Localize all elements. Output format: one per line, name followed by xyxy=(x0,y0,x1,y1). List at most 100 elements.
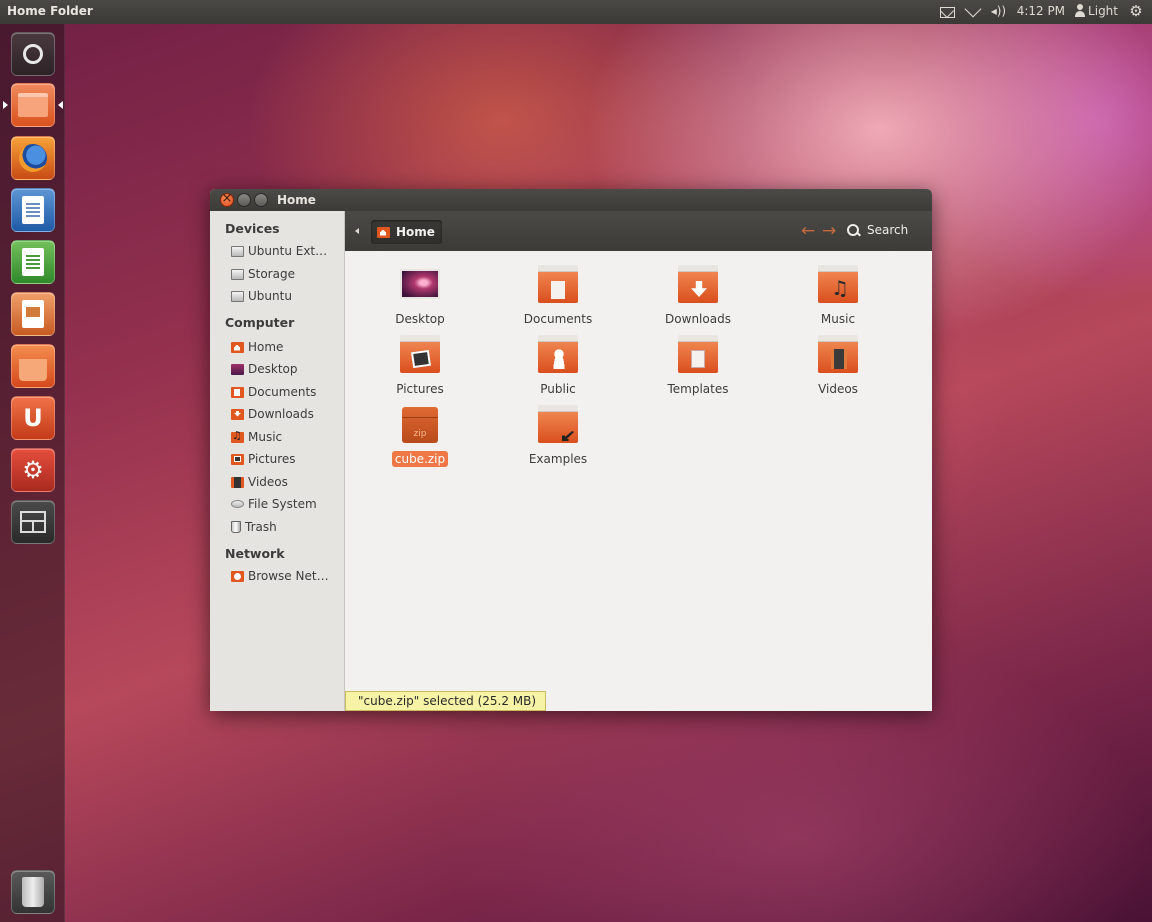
settings-icon: ⚙ xyxy=(22,456,44,484)
breadcrumb-scroll-left-icon[interactable] xyxy=(355,228,359,234)
trash-icon xyxy=(22,877,44,907)
sidebar-item-browse-network[interactable]: Browse Net… xyxy=(231,569,343,583)
music-icon xyxy=(231,430,244,443)
home-icon xyxy=(231,341,244,353)
files-launcher-button[interactable] xyxy=(11,83,55,127)
calc-launcher-button[interactable] xyxy=(11,240,55,284)
pictures-folder-icon xyxy=(400,335,440,373)
workspace-grid-icon xyxy=(20,511,46,533)
drive-icon xyxy=(231,245,244,257)
minimize-button[interactable] xyxy=(237,193,251,207)
folder-icon xyxy=(18,93,48,117)
zip-archive-icon: zip xyxy=(402,407,438,443)
forward-arrow-icon[interactable]: → xyxy=(822,221,836,241)
file-system-icon xyxy=(231,500,244,508)
videos-folder-icon xyxy=(818,335,858,373)
places-sidebar: Devices Ubuntu Ext… Storage Ubuntu Compu… xyxy=(210,211,345,711)
sidebar-item-documents[interactable]: Documents xyxy=(231,385,343,399)
videos-icon xyxy=(231,476,244,488)
dash-home-button[interactable] xyxy=(11,32,55,76)
sidebar-header-network: Network xyxy=(225,546,285,561)
downloads-folder-icon xyxy=(678,265,718,303)
sidebar-header-devices: Devices xyxy=(225,221,280,236)
file-desktop[interactable]: Desktop xyxy=(365,265,475,327)
file-downloads[interactable]: Downloads xyxy=(643,265,753,327)
file-music[interactable]: ♫ Music xyxy=(783,265,893,327)
file-pictures[interactable]: Pictures xyxy=(365,335,475,397)
trash-launcher-button[interactable] xyxy=(11,870,55,914)
music-folder-icon: ♫ xyxy=(818,265,858,303)
templates-folder-icon xyxy=(678,335,718,373)
firefox-icon xyxy=(19,144,47,172)
sidebar-item-ubuntu-ext[interactable]: Ubuntu Ext… xyxy=(231,244,343,258)
calc-icon xyxy=(22,248,44,276)
system-settings-launcher-button[interactable]: ⚙ xyxy=(11,448,55,492)
focused-app-indicator xyxy=(58,101,63,109)
desktop-folder-icon xyxy=(400,269,440,299)
sidebar-item-trash[interactable]: Trash xyxy=(231,520,343,534)
maximize-button[interactable] xyxy=(254,193,268,207)
user-name: Light xyxy=(1088,4,1118,18)
sidebar-header-computer: Computer xyxy=(225,315,295,330)
sidebar-item-ubuntu[interactable]: Ubuntu xyxy=(231,289,343,303)
impress-launcher-button[interactable] xyxy=(11,292,55,336)
drive-icon xyxy=(231,268,244,280)
user-icon xyxy=(1075,3,1086,19)
network-icon[interactable] xyxy=(965,3,981,19)
home-icon xyxy=(377,226,390,238)
messaging-icon[interactable] xyxy=(939,6,955,18)
user-menu[interactable]: Light xyxy=(1075,3,1118,19)
sidebar-item-downloads[interactable]: Downloads xyxy=(231,407,343,421)
breadcrumb-home[interactable]: Home xyxy=(371,220,442,244)
window-titlebar[interactable]: Home xyxy=(210,189,932,211)
documents-folder-icon xyxy=(538,265,578,303)
indicator-tray: ◂)) 4:12 PM Light ⚙ xyxy=(939,3,1144,19)
desktop-icon xyxy=(231,363,244,375)
workspace-switcher-button[interactable] xyxy=(11,500,55,544)
sidebar-item-desktop[interactable]: Desktop xyxy=(231,362,343,376)
ubuntu-logo-icon xyxy=(23,44,43,64)
public-folder-icon xyxy=(538,335,578,373)
file-examples[interactable]: Examples xyxy=(503,405,613,467)
file-cube-zip[interactable]: zip cube.zip xyxy=(365,405,475,467)
shopping-bag-icon xyxy=(19,359,47,381)
top-panel: Home Folder ◂)) 4:12 PM Light ⚙ xyxy=(0,0,1152,24)
search-icon[interactable] xyxy=(847,221,861,239)
sidebar-item-music[interactable]: Music xyxy=(231,430,343,444)
trash-icon xyxy=(231,521,241,533)
clock[interactable]: 4:12 PM xyxy=(1017,4,1065,18)
location-toolbar: Home ← → Search xyxy=(345,211,932,251)
pictures-icon xyxy=(231,453,244,465)
examples-folder-icon xyxy=(538,405,578,443)
file-videos[interactable]: Videos xyxy=(783,335,893,397)
drive-icon xyxy=(231,290,244,302)
documents-icon xyxy=(231,386,244,398)
file-manager-window: Home Devices Ubuntu Ext… Storage Ubuntu … xyxy=(210,189,932,711)
firefox-launcher-button[interactable] xyxy=(11,136,55,180)
impress-icon xyxy=(22,300,44,328)
active-app-title: Home Folder xyxy=(7,4,93,18)
sidebar-item-pictures[interactable]: Pictures xyxy=(231,452,343,466)
software-center-launcher-button[interactable] xyxy=(11,344,55,388)
launcher: U ⚙ xyxy=(0,24,65,922)
writer-launcher-button[interactable] xyxy=(11,188,55,232)
active-app-indicator xyxy=(3,101,8,109)
ubuntu-one-launcher-button[interactable]: U xyxy=(11,396,55,440)
sidebar-item-videos[interactable]: Videos xyxy=(231,475,343,489)
ubuntu-one-icon: U xyxy=(23,404,43,432)
sidebar-item-home[interactable]: Home xyxy=(231,340,343,354)
downloads-icon xyxy=(231,408,244,420)
network-icon xyxy=(231,570,244,582)
search-button[interactable]: Search xyxy=(867,223,908,237)
window-title: Home xyxy=(277,193,316,207)
session-gear-icon[interactable]: ⚙ xyxy=(1128,3,1144,19)
sidebar-item-storage[interactable]: Storage xyxy=(231,267,343,281)
file-documents[interactable]: Documents xyxy=(503,265,613,327)
file-templates[interactable]: Templates xyxy=(643,335,753,397)
back-arrow-icon[interactable]: ← xyxy=(801,221,815,241)
file-grid: Desktop Documents Downloads ♫ Music Pict… xyxy=(345,251,932,711)
file-public[interactable]: Public xyxy=(503,335,613,397)
sidebar-item-file-system[interactable]: File System xyxy=(231,497,343,511)
volume-icon[interactable]: ◂)) xyxy=(991,3,1007,19)
close-button[interactable] xyxy=(220,191,234,207)
